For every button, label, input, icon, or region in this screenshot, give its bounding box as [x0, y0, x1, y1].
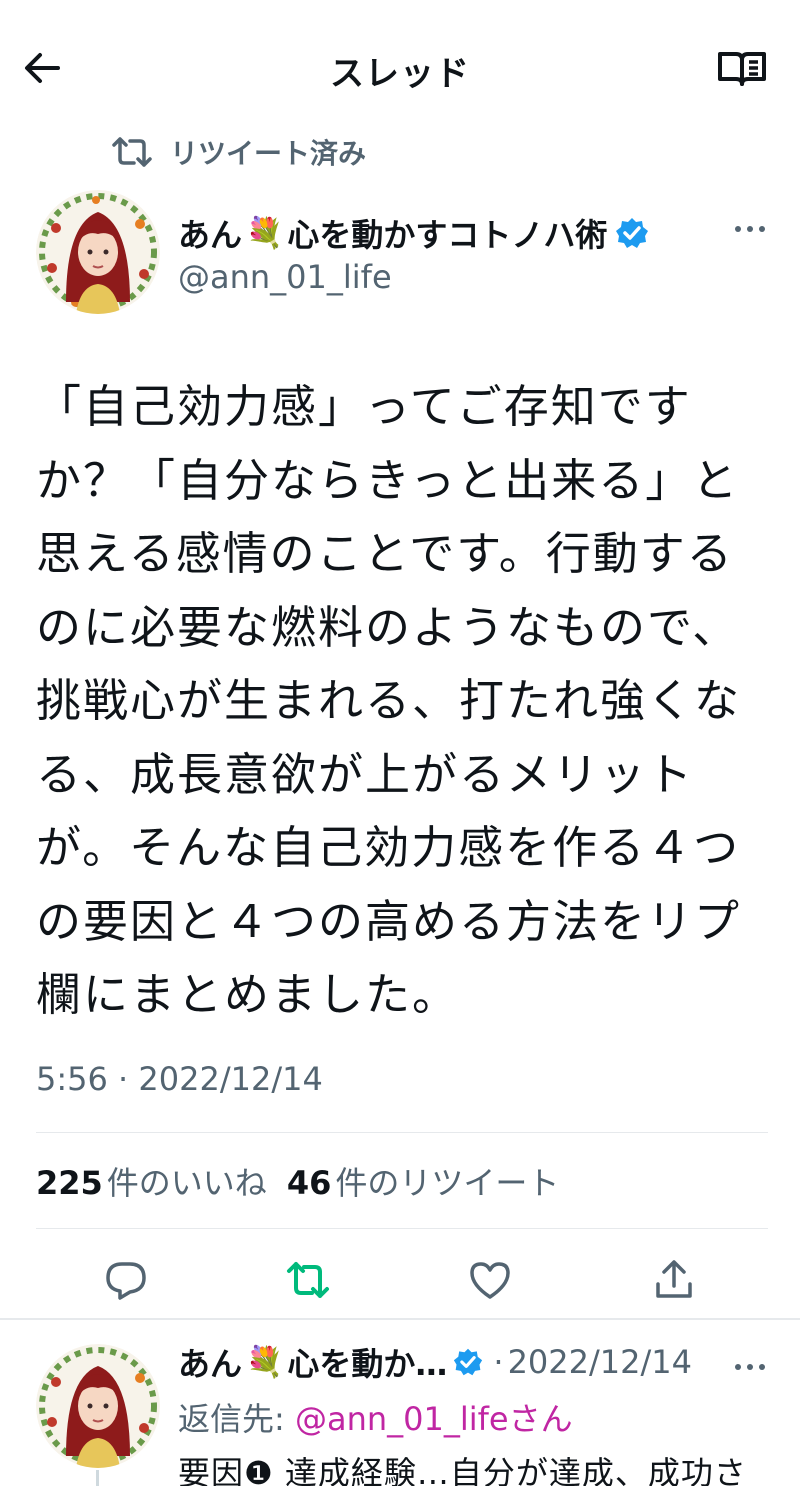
reader-mode-button[interactable] [716, 44, 768, 92]
thread-connector-line [96, 1470, 99, 1486]
reply-avatar[interactable] [36, 1344, 160, 1468]
reply-author-tagline: 心を動か… [287, 1345, 448, 1383]
book-open-icon [718, 52, 766, 86]
page-title: スレッド [330, 54, 470, 94]
heart-icon [470, 1262, 510, 1299]
more-options-button[interactable] [730, 214, 770, 244]
divider [36, 1228, 768, 1229]
separator-dot: · [493, 1343, 504, 1381]
reply-button[interactable] [102, 1256, 150, 1304]
header-bar: スレッド [0, 0, 800, 130]
reply-header[interactable]: あん 💐 心を動か… · 2022/12/14 [178, 1340, 692, 1384]
reply-to-line: 返信先: @ann_01_lifeさん [178, 1394, 573, 1440]
divider [0, 1318, 800, 1320]
tweet-stats: 225 件のいいね 46 件のリツイート [36, 1158, 579, 1204]
reply-author-name: あん [178, 1345, 243, 1383]
retweet-icon [287, 1262, 329, 1298]
more-dots-icon [735, 1364, 765, 1370]
retweeted-indicator[interactable]: リツイート済み [112, 132, 366, 172]
author-tagline: 心を動かすコトノハ術 [287, 216, 608, 254]
like-button[interactable] [466, 1256, 514, 1304]
reply-more-options-button[interactable] [730, 1352, 770, 1382]
avatar-image [36, 1344, 160, 1468]
flower-emoji: 💐 [246, 215, 284, 251]
likes-count[interactable]: 225 [36, 1164, 103, 1202]
retweets-count[interactable]: 46 [287, 1164, 332, 1202]
retweets-label[interactable]: 件のリツイート [335, 1158, 559, 1204]
reply-to-suffix: さん [508, 1400, 573, 1438]
more-dots-icon [735, 226, 765, 232]
avatar-image [36, 190, 160, 314]
verified-badge-icon [454, 1348, 483, 1376]
likes-label[interactable]: 件のいいね [107, 1158, 267, 1204]
author-name[interactable]: あん 💐 心を動かすコトノハ術 [178, 210, 649, 256]
thread-page: スレッド リツイート済み あん 💐 心を動かすコトノハ術 @ann_01_lif… [0, 0, 800, 1486]
action-bar [0, 1252, 800, 1308]
verified-badge-icon [616, 218, 649, 248]
flower-emoji: 💐 [246, 1344, 284, 1380]
author-display-name: あん [178, 216, 243, 254]
reply-bubble-icon [106, 1262, 146, 1300]
reply-date[interactable]: 2022/12/14 [508, 1343, 692, 1381]
avatar[interactable] [36, 190, 160, 314]
share-icon [656, 1260, 692, 1298]
tweet-timestamp[interactable]: 5:56 · 2022/12/14 [36, 1060, 323, 1098]
retweet-button[interactable] [284, 1256, 332, 1304]
reply-mention-link[interactable]: @ann_01_life [295, 1400, 509, 1438]
author-handle[interactable]: @ann_01_life [178, 258, 392, 296]
tweet-text: 「自己効力感」ってご存知ですか？「自分ならきっと出来る」と思える感情のことです。… [36, 380, 742, 1021]
reply-to-prefix: 返信先: [178, 1400, 295, 1438]
retweet-icon [112, 137, 152, 167]
divider [36, 1132, 768, 1133]
share-button[interactable] [650, 1256, 698, 1304]
retweeted-label: リツイート済み [170, 137, 367, 170]
reply-text: 要因❶ 達成経験…自分が達成、成功さ [178, 1454, 747, 1486]
